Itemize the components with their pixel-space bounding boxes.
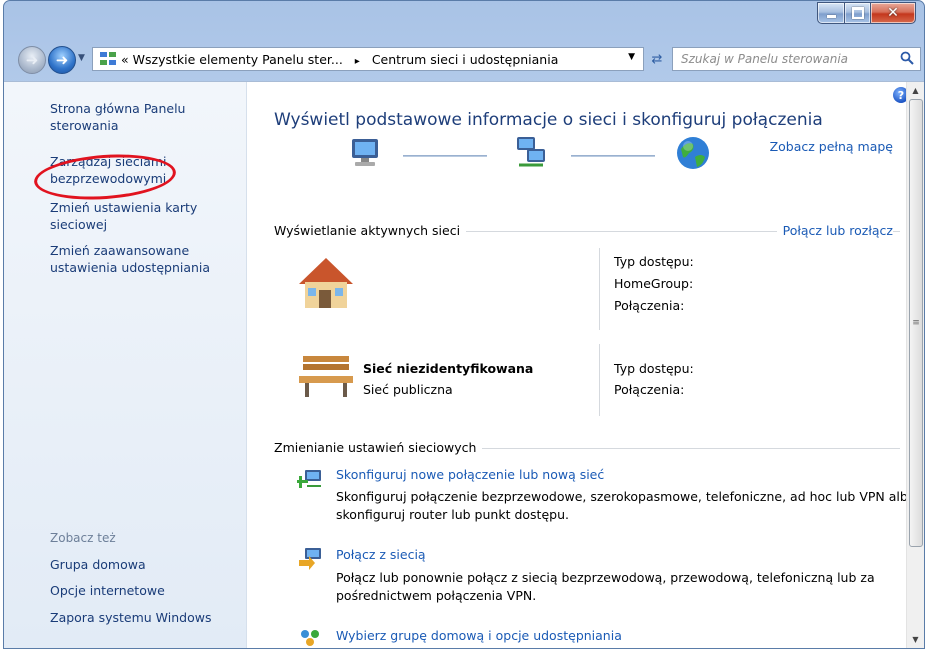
breadcrumb-all-control-panel[interactable]: Wszystkie elementy Panelu ster... — [133, 52, 343, 67]
homegroup-icon — [301, 630, 319, 646]
sidebar-link-firewall[interactable]: Zapora systemu Windows — [50, 609, 240, 626]
sidebar-link-control-panel-home[interactable]: Strona główna Panelu sterowania — [50, 100, 240, 134]
sidebar-link-adapter-settings[interactable]: Zmień ustawienia karty sieciowej — [50, 199, 240, 233]
forward-button[interactable]: ➜ — [48, 46, 76, 74]
back-button[interactable]: ➜ — [18, 46, 46, 74]
network-icon[interactable] — [513, 135, 549, 171]
new-connection-icon — [297, 470, 321, 488]
chevron-down-icon: ▼ — [78, 53, 85, 63]
network-map — [343, 135, 723, 179]
connect-to-network-link[interactable]: Połącz z siecią — [336, 547, 426, 562]
public-network-bench-icon — [299, 356, 353, 397]
close-button[interactable]: ✕ — [870, 2, 916, 24]
recent-pages-dropdown[interactable]: ▼ — [78, 53, 85, 63]
network-2-separator — [599, 344, 600, 416]
network-2-connections-label: Połączenia: — [614, 382, 685, 397]
computer-icon[interactable] — [347, 137, 383, 169]
connect-disconnect-link[interactable]: Połącz lub rozłącz — [776, 223, 893, 238]
network-2-access-type-label: Typ dostępu: — [614, 361, 694, 376]
content-area: Strona główna Panelu sterowania Zarządza… — [4, 81, 924, 648]
see-also-label: Zobacz też — [50, 531, 116, 545]
page-title: Wyświetl podstawowe informacje o sieci i… — [274, 110, 823, 130]
change-settings-heading: Zmienianie ustawień sieciowych — [274, 440, 483, 455]
grip-icon: ≡ — [912, 318, 920, 328]
connect-to-network-description: Połącz lub ponownie połącz z siecią bezp… — [336, 570, 875, 603]
setup-connection-link[interactable]: Skonfiguruj nowe połączenie lub nową sie… — [336, 467, 604, 482]
caption-buttons: ✕ — [817, 2, 916, 24]
search-input[interactable] — [679, 48, 893, 70]
network-1-separator — [599, 248, 600, 330]
sidebar-link-homegroup[interactable]: Grupa domowa — [50, 556, 240, 573]
chevron-up-icon: ▲ — [912, 86, 919, 95]
minimize-button[interactable] — [817, 2, 844, 24]
close-icon: ✕ — [887, 5, 899, 21]
address-dropdown-icon[interactable]: ▼ — [628, 52, 635, 62]
scroll-up-button[interactable]: ▲ — [907, 82, 924, 99]
maximize-button[interactable] — [844, 2, 870, 24]
search-icon[interactable] — [900, 51, 914, 65]
home-network-icon — [299, 258, 353, 308]
vertical-scrollbar[interactable]: ▲ ≡ ▼ — [906, 82, 924, 648]
scroll-down-button[interactable]: ▼ — [907, 631, 924, 648]
address-bar[interactable]: « Wszystkie elementy Panelu ster... ▸ Ce… — [92, 47, 644, 71]
forward-arrow-icon: ➜ — [55, 51, 69, 69]
breadcrumb-overflow[interactable]: « — [121, 52, 129, 67]
scroll-thumb[interactable]: ≡ — [909, 99, 923, 547]
homegroup-sharing-link[interactable]: Wybierz grupę domową i opcje udostępnian… — [336, 628, 622, 643]
network-1-connections-label: Połączenia: — [614, 298, 685, 313]
sidebar-link-internet-options[interactable]: Opcje internetowe — [50, 582, 240, 599]
task-sidebar: Strona główna Panelu sterowania Zarządza… — [4, 82, 247, 648]
back-arrow-icon: ➜ — [25, 51, 39, 69]
active-networks-heading: Wyświetlanie aktywnych sieci — [274, 223, 467, 238]
maximize-icon — [851, 7, 864, 19]
search-box[interactable] — [672, 47, 921, 71]
connect-network-icon — [299, 548, 321, 570]
minimize-icon — [826, 14, 836, 18]
network-2-name: Sieć niezidentyfikowana — [363, 361, 534, 376]
connection-line-2 — [571, 155, 655, 157]
setup-connection-description: Skonfiguruj połączenie bezprzewodowe, sz… — [336, 489, 916, 522]
main-panel: ? Wyświetl podstawowe informacje o sieci… — [247, 82, 915, 648]
breadcrumb-separator[interactable]: ▸ — [355, 56, 360, 67]
explorer-window: ✕ ➜ ➜ ▼ « Wszystkie elementy Panelu ster… — [3, 0, 925, 649]
chevron-down-icon: ▼ — [912, 635, 919, 644]
network-1-access-type-label: Typ dostępu: — [614, 254, 694, 269]
breadcrumb: « Wszystkie elementy Panelu ster... ▸ Ce… — [121, 52, 558, 67]
breadcrumb-network-center[interactable]: Centrum sieci i udostępniania — [372, 52, 559, 67]
network-center-icon — [100, 52, 116, 65]
refresh-icon: ⇄ — [651, 51, 663, 67]
sidebar-link-advanced-sharing[interactable]: Zmień zaawansowane ustawienia udostępnia… — [50, 242, 240, 276]
title-bar: ✕ — [4, 1, 924, 41]
full-map-link[interactable]: Zobacz pełną mapę — [770, 139, 893, 154]
refresh-button[interactable]: ⇄ — [646, 48, 668, 70]
network-2-type-link[interactable]: Sieć publiczna — [363, 382, 453, 397]
navigation-bar: ➜ ➜ ▼ « Wszystkie elementy Panelu ster..… — [4, 45, 924, 75]
network-1-homegroup-label: HomeGroup: — [614, 276, 694, 291]
connection-line-1 — [403, 155, 487, 157]
internet-globe-icon[interactable] — [675, 135, 711, 171]
